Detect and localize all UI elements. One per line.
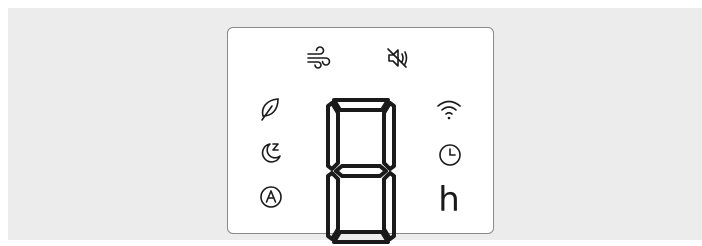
segment-e <box>326 171 340 241</box>
mute-icon <box>386 46 412 70</box>
auto-mode-icon <box>258 184 284 210</box>
segment-d <box>332 230 390 244</box>
wifi-icon <box>436 98 462 122</box>
fan-speed-icon <box>306 46 332 70</box>
hours-unit-label: h <box>438 180 460 220</box>
eco-leaf-icon <box>258 96 282 122</box>
segment-c <box>382 171 396 241</box>
timer-clock-icon <box>437 142 463 168</box>
segment-g <box>334 164 388 178</box>
seven-segment-digit <box>324 94 398 246</box>
sleep-mode-icon <box>258 140 284 166</box>
segment-f <box>326 101 340 171</box>
segment-a <box>332 98 390 112</box>
segment-b <box>382 101 396 171</box>
